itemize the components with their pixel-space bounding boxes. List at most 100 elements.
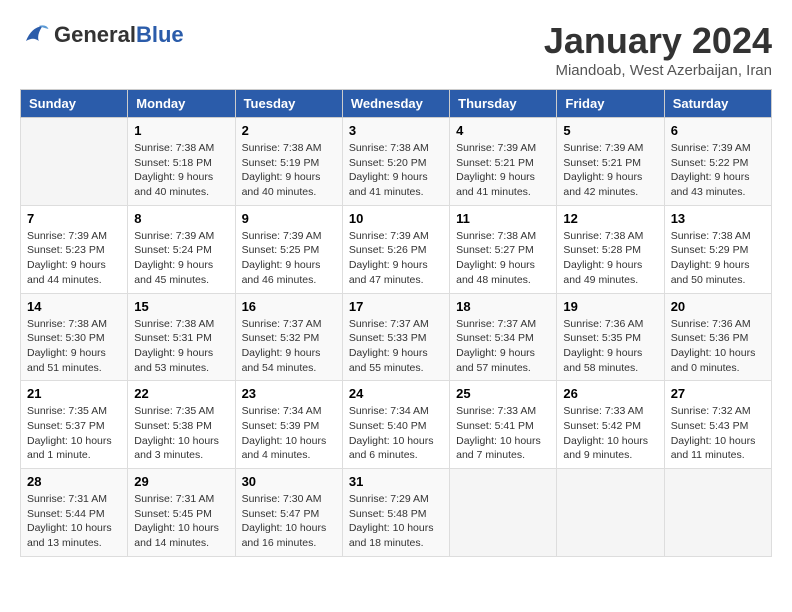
calendar-cell: [557, 469, 664, 557]
calendar-cell: 26Sunrise: 7:33 AM Sunset: 5:42 PM Dayli…: [557, 381, 664, 469]
day-info: Sunrise: 7:39 AM Sunset: 5:21 PM Dayligh…: [563, 141, 657, 200]
day-number: 24: [349, 386, 443, 401]
calendar-cell: 16 Sunrise: 7:37 AM Sunset: 5:32 PM Dayli…: [235, 293, 342, 381]
calendar-header-wednesday: Wednesday: [342, 90, 449, 118]
day-number: 11: [456, 211, 550, 226]
calendar-cell: 24 Sunrise: 7:34 AM Sunset: 5:40 PM Dayli…: [342, 381, 449, 469]
calendar-cell: 12 Sunrise: 7:38 AM Sunset: 5:28 PM Dayli…: [557, 205, 664, 293]
day-info: Sunrise: 7:39 AM Sunset: 5:21 PM Dayligh…: [456, 141, 550, 200]
title-area: January 2024 Miandoab, West Azerbaijan, …: [544, 20, 772, 79]
logo: GeneralBlue: [20, 20, 184, 50]
day-info: Sunrise: 7:33 AM Sunset: 5:41 PM Dayligh…: [456, 404, 550, 463]
calendar-cell: 6 Sunrise: 7:39 AM Sunset: 5:22 PM Daylig…: [664, 118, 771, 206]
calendar-cell: 20 Sunrise: 7:36 AM Sunset: 5:36 PM Dayli…: [664, 293, 771, 381]
day-number: 30: [242, 474, 336, 489]
day-number: 8: [134, 211, 228, 226]
day-number: 4: [456, 123, 550, 138]
calendar-cell: 28 Sunrise: 7:31 AM Sunset: 5:44 PM Dayli…: [21, 469, 128, 557]
day-number: 16: [242, 299, 336, 314]
day-info: Sunrise: 7:36 AM Sunset: 5:36 PM Dayligh…: [671, 317, 765, 376]
day-info: Sunrise: 7:39 AM Sunset: 5:22 PM Dayligh…: [671, 141, 765, 200]
calendar-cell: 11 Sunrise: 7:38 AM Sunset: 5:27 PM Dayli…: [450, 205, 557, 293]
calendar-cell: 3Sunrise: 7:38 AM Sunset: 5:20 PM Daylig…: [342, 118, 449, 206]
day-info: Sunrise: 7:35 AM Sunset: 5:38 PM Dayligh…: [134, 404, 228, 463]
calendar-cell: 14 Sunrise: 7:38 AM Sunset: 5:30 PM Dayli…: [21, 293, 128, 381]
day-info: Sunrise: 7:31 AM Sunset: 5:45 PM Dayligh…: [134, 492, 228, 551]
calendar-cell: 19 Sunrise: 7:36 AM Sunset: 5:35 PM Dayli…: [557, 293, 664, 381]
calendar-cell: 18 Sunrise: 7:37 AM Sunset: 5:34 PM Dayli…: [450, 293, 557, 381]
day-info: Sunrise: 7:32 AM Sunset: 5:43 PM Dayligh…: [671, 404, 765, 463]
calendar-week-row: 7 Sunrise: 7:39 AM Sunset: 5:23 PM Daylig…: [21, 205, 772, 293]
day-info: Sunrise: 7:39 AM Sunset: 5:26 PM Dayligh…: [349, 229, 443, 288]
day-info: Sunrise: 7:39 AM Sunset: 5:25 PM Dayligh…: [242, 229, 336, 288]
day-info: Sunrise: 7:38 AM Sunset: 5:29 PM Dayligh…: [671, 229, 765, 288]
day-info: Sunrise: 7:29 AM Sunset: 5:48 PM Dayligh…: [349, 492, 443, 551]
day-number: 22: [134, 386, 228, 401]
day-info: Sunrise: 7:38 AM Sunset: 5:18 PM Dayligh…: [134, 141, 228, 200]
day-info: Sunrise: 7:38 AM Sunset: 5:30 PM Dayligh…: [27, 317, 121, 376]
day-number: 2: [242, 123, 336, 138]
calendar-cell: 31 Sunrise: 7:29 AM Sunset: 5:48 PM Dayli…: [342, 469, 449, 557]
calendar-cell: [450, 469, 557, 557]
day-number: 25: [456, 386, 550, 401]
day-info: Sunrise: 7:37 AM Sunset: 5:33 PM Dayligh…: [349, 317, 443, 376]
location: Miandoab, West Azerbaijan, Iran: [544, 62, 772, 79]
day-info: Sunrise: 7:38 AM Sunset: 5:28 PM Dayligh…: [563, 229, 657, 288]
day-number: 27: [671, 386, 765, 401]
calendar-cell: 30 Sunrise: 7:30 AM Sunset: 5:47 PM Dayli…: [235, 469, 342, 557]
month-title: January 2024: [544, 20, 772, 62]
calendar-cell: 22 Sunrise: 7:35 AM Sunset: 5:38 PM Dayli…: [128, 381, 235, 469]
day-info: Sunrise: 7:37 AM Sunset: 5:34 PM Dayligh…: [456, 317, 550, 376]
calendar-cell: 15Sunrise: 7:38 AM Sunset: 5:31 PM Dayli…: [128, 293, 235, 381]
calendar-cell: 29Sunrise: 7:31 AM Sunset: 5:45 PM Dayli…: [128, 469, 235, 557]
day-info: Sunrise: 7:37 AM Sunset: 5:32 PM Dayligh…: [242, 317, 336, 376]
calendar-cell: 17 Sunrise: 7:37 AM Sunset: 5:33 PM Dayli…: [342, 293, 449, 381]
calendar-table: SundayMondayTuesdayWednesdayThursdayFrid…: [20, 89, 772, 557]
day-number: 28: [27, 474, 121, 489]
day-number: 20: [671, 299, 765, 314]
calendar-cell: 21Sunrise: 7:35 AM Sunset: 5:37 PM Dayli…: [21, 381, 128, 469]
calendar-cell: 1 Sunrise: 7:38 AM Sunset: 5:18 PM Daylig…: [128, 118, 235, 206]
day-info: Sunrise: 7:36 AM Sunset: 5:35 PM Dayligh…: [563, 317, 657, 376]
page-header: GeneralBlue January 2024 Miandoab, West …: [20, 20, 772, 79]
calendar-header-tuesday: Tuesday: [235, 90, 342, 118]
calendar-cell: 7 Sunrise: 7:39 AM Sunset: 5:23 PM Daylig…: [21, 205, 128, 293]
day-number: 5: [563, 123, 657, 138]
day-info: Sunrise: 7:38 AM Sunset: 5:27 PM Dayligh…: [456, 229, 550, 288]
day-number: 31: [349, 474, 443, 489]
day-number: 10: [349, 211, 443, 226]
calendar-cell: 2Sunrise: 7:38 AM Sunset: 5:19 PM Daylig…: [235, 118, 342, 206]
day-number: 9: [242, 211, 336, 226]
day-info: Sunrise: 7:31 AM Sunset: 5:44 PM Dayligh…: [27, 492, 121, 551]
calendar-header-sunday: Sunday: [21, 90, 128, 118]
calendar-cell: 8 Sunrise: 7:39 AM Sunset: 5:24 PM Daylig…: [128, 205, 235, 293]
day-number: 18: [456, 299, 550, 314]
calendar-cell: 9 Sunrise: 7:39 AM Sunset: 5:25 PM Daylig…: [235, 205, 342, 293]
calendar-body: 1 Sunrise: 7:38 AM Sunset: 5:18 PM Daylig…: [21, 118, 772, 557]
day-number: 19: [563, 299, 657, 314]
day-number: 17: [349, 299, 443, 314]
day-number: 6: [671, 123, 765, 138]
calendar-week-row: 21Sunrise: 7:35 AM Sunset: 5:37 PM Dayli…: [21, 381, 772, 469]
day-number: 23: [242, 386, 336, 401]
calendar-header-friday: Friday: [557, 90, 664, 118]
day-info: Sunrise: 7:30 AM Sunset: 5:47 PM Dayligh…: [242, 492, 336, 551]
calendar-header-saturday: Saturday: [664, 90, 771, 118]
day-info: Sunrise: 7:39 AM Sunset: 5:23 PM Dayligh…: [27, 229, 121, 288]
day-number: 26: [563, 386, 657, 401]
day-info: Sunrise: 7:34 AM Sunset: 5:40 PM Dayligh…: [349, 404, 443, 463]
calendar-cell: [21, 118, 128, 206]
calendar-header-row: SundayMondayTuesdayWednesdayThursdayFrid…: [21, 90, 772, 118]
day-number: 12: [563, 211, 657, 226]
calendar-week-row: 14 Sunrise: 7:38 AM Sunset: 5:30 PM Dayli…: [21, 293, 772, 381]
day-info: Sunrise: 7:39 AM Sunset: 5:24 PM Dayligh…: [134, 229, 228, 288]
day-number: 13: [671, 211, 765, 226]
calendar-cell: 10 Sunrise: 7:39 AM Sunset: 5:26 PM Dayli…: [342, 205, 449, 293]
day-number: 15: [134, 299, 228, 314]
day-number: 1: [134, 123, 228, 138]
day-number: 7: [27, 211, 121, 226]
calendar-week-row: 28 Sunrise: 7:31 AM Sunset: 5:44 PM Dayli…: [21, 469, 772, 557]
day-info: Sunrise: 7:34 AM Sunset: 5:39 PM Dayligh…: [242, 404, 336, 463]
day-number: 14: [27, 299, 121, 314]
logo-text: GeneralBlue: [54, 24, 184, 46]
